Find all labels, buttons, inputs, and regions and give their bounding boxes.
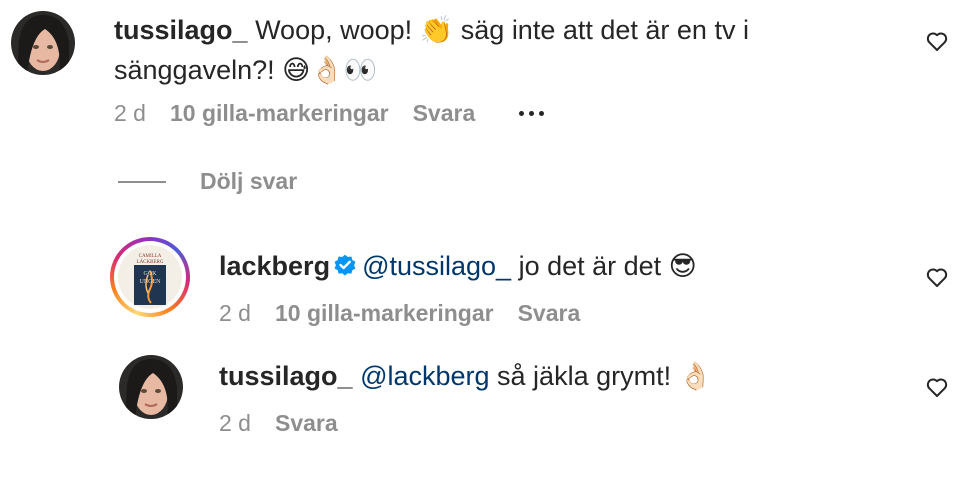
comment-meta: 2 d 10 gilla-markeringar Svara xyxy=(114,100,545,127)
reply-button[interactable]: Svara xyxy=(518,300,581,327)
ellipsis-icon[interactable] xyxy=(519,111,545,116)
heart-icon[interactable] xyxy=(925,29,949,53)
avatar[interactable] xyxy=(11,11,75,75)
avatar[interactable] xyxy=(119,355,183,419)
hide-replies-label: Dölj svar xyxy=(200,168,298,194)
reply-text: så jäkla grymt! 👌🏻 xyxy=(489,361,713,391)
reply-body: lackberg @tussilago_ jo det är det 😎 xyxy=(219,246,899,286)
book-author-line: LÄCKBERG xyxy=(137,259,164,265)
comment-timestamp[interactable]: 2 d xyxy=(114,100,146,127)
heart-icon[interactable] xyxy=(925,265,949,289)
reply-body: tussilago_ @lackberg så jäkla grymt! 👌🏻 xyxy=(219,356,899,396)
hide-replies-button[interactable]: Dölj svar xyxy=(118,168,297,195)
heart-icon[interactable] xyxy=(925,375,949,399)
reply-username[interactable]: lackberg xyxy=(219,251,330,281)
story-ring[interactable]: CAMILLA LÄCKBERG GÖK UNGEN xyxy=(110,237,190,317)
book-author-line: CAMILLA xyxy=(139,254,162,259)
avatar[interactable]: CAMILLA LÄCKBERG GÖK UNGEN xyxy=(118,245,182,309)
comment-likes-count[interactable]: 10 gilla-markeringar xyxy=(170,100,389,127)
reply-likes-count[interactable]: 10 gilla-markeringar xyxy=(275,300,494,327)
reply-text: jo det är det 😎 xyxy=(511,251,697,281)
reply-username[interactable]: tussilago_ xyxy=(219,361,353,391)
verified-badge-icon xyxy=(334,254,356,276)
divider xyxy=(118,180,166,183)
reply-timestamp[interactable]: 2 d xyxy=(219,300,251,327)
reply-mention[interactable]: @lackberg xyxy=(360,361,489,391)
book-cover-avatar: CAMILLA LÄCKBERG GÖK UNGEN xyxy=(118,245,182,309)
reply-timestamp[interactable]: 2 d xyxy=(219,410,251,437)
book-title-line: UNGEN xyxy=(140,279,162,285)
reply-meta: 2 d Svara xyxy=(219,410,338,437)
avatar-photo xyxy=(11,11,75,75)
reply-button[interactable]: Svara xyxy=(275,410,338,437)
comment-body: tussilago_ Woop, woop! 👏 säg inte att de… xyxy=(114,10,894,90)
reply-meta: 2 d 10 gilla-markeringar Svara xyxy=(219,300,580,327)
reply-button[interactable]: Svara xyxy=(413,100,476,127)
comment-username[interactable]: tussilago_ xyxy=(114,15,248,45)
avatar-photo xyxy=(119,355,183,419)
book-title-line: GÖK xyxy=(144,270,158,277)
reply-mention[interactable]: @tussilago_ xyxy=(362,251,511,281)
